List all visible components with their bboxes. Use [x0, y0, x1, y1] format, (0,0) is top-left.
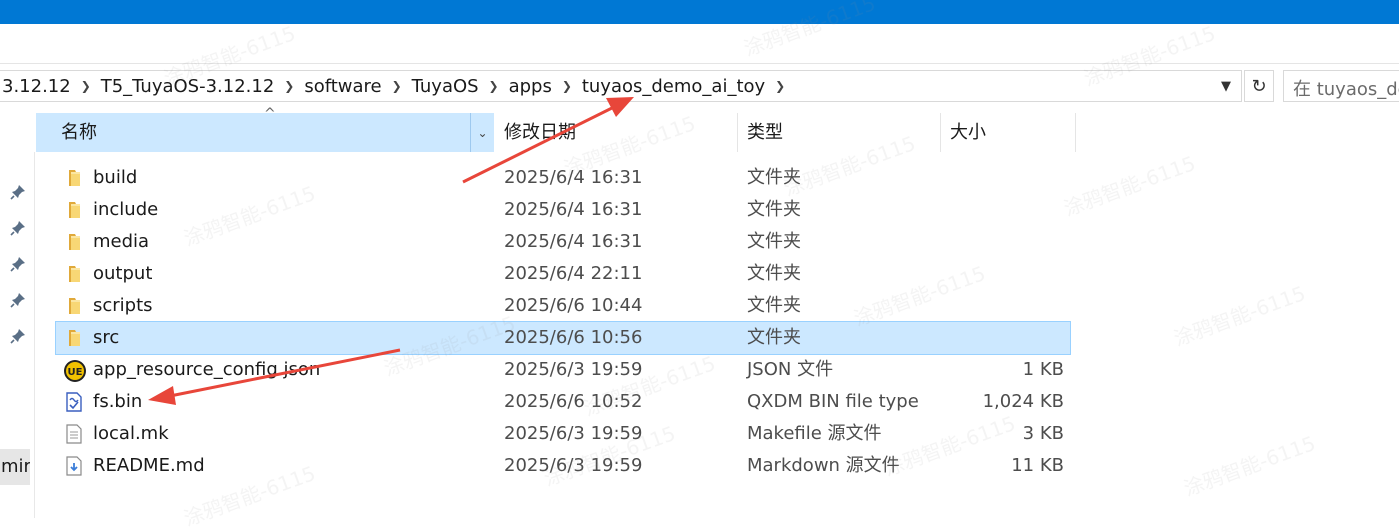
file-row[interactable]: fs.bin 2025/6/6 10:52 QXDM BIN file type 1,… [56, 386, 1070, 418]
ue-json-icon: UE [63, 359, 86, 382]
file-name: src [93, 327, 120, 348]
file-name: build [93, 167, 138, 188]
chevron-right-icon[interactable]: ❯ [767, 79, 793, 93]
folder-icon [63, 295, 85, 317]
watermark-text: 涂鸦智能-6115 [1060, 151, 1199, 221]
column-header-type-label: 类型 [747, 122, 783, 143]
window-title-bar [0, 0, 1399, 24]
column-header-date-label: 修改日期 [504, 122, 576, 143]
pin-icon[interactable] [9, 255, 27, 273]
search-placeholder: 在 tuyaos_demo_ai_toy 中搜索 [1293, 79, 1399, 100]
file-name: README.md [93, 455, 205, 476]
file-modified-date: 2025/6/4 16:31 [504, 199, 643, 220]
folder-icon [63, 263, 85, 285]
breadcrumb-item-current[interactable]: tuyaos_demo_ai_toy [580, 76, 767, 97]
file-name: include [93, 199, 159, 220]
column-header-name-label: 名称 [61, 122, 97, 143]
chevron-down-icon: ⌄ [477, 125, 488, 140]
file-name: fs.bin [93, 391, 143, 412]
bin-file-icon [63, 391, 85, 413]
file-size: 3 KB [1022, 423, 1064, 444]
file-name: scripts [93, 295, 153, 316]
folder-icon [63, 327, 85, 349]
breadcrumb: 3.12.12 ❯ T5_TuyaOS-3.12.12 ❯ software ❯… [0, 71, 793, 101]
file-type: 文件夹 [747, 327, 801, 348]
file-size: 1 KB [1022, 359, 1064, 380]
file-modified-date: 2025/6/6 10:44 [504, 295, 643, 316]
sort-ascending-icon: ^ [264, 106, 276, 122]
breadcrumb-item[interactable]: apps [507, 76, 554, 97]
chevron-right-icon[interactable]: ❯ [73, 79, 99, 93]
refresh-icon: ↻ [1251, 75, 1267, 97]
breadcrumb-item[interactable]: 3.12.12 [0, 76, 73, 97]
breadcrumb-item[interactable]: software [302, 76, 383, 97]
folder-icon [63, 167, 85, 189]
chevron-right-icon[interactable]: ❯ [276, 79, 302, 93]
chevron-right-icon[interactable]: ❯ [481, 79, 507, 93]
file-type: QXDM BIN file type [747, 391, 919, 412]
nav-pane-item[interactable]: mir [0, 449, 30, 485]
file-modified-date: 2025/6/4 22:11 [504, 263, 643, 284]
svg-text:UE: UE [68, 367, 83, 378]
search-input[interactable]: 在 tuyaos_demo_ai_toy 中搜索 [1283, 70, 1399, 102]
folder-icon [63, 231, 85, 253]
file-name: app_resource_config.json [93, 359, 321, 380]
pin-icon[interactable] [9, 183, 27, 201]
file-row[interactable]: src 2025/6/6 10:56 文件夹 [55, 321, 1071, 355]
column-filter-dropdown[interactable]: ⌄ [470, 113, 494, 152]
file-type: 文件夹 [747, 231, 801, 252]
file-name: output [93, 263, 153, 284]
file-type: Makefile 源文件 [747, 423, 882, 444]
folder-icon [63, 199, 85, 221]
watermark-text: 涂鸦智能-6115 [1180, 431, 1319, 501]
breadcrumb-item[interactable]: TuyaOS [410, 76, 481, 97]
file-type: 文件夹 [747, 295, 801, 316]
chevron-right-icon[interactable]: ❯ [384, 79, 410, 93]
file-type: JSON 文件 [747, 359, 834, 380]
file-modified-date: 2025/6/6 10:56 [504, 327, 643, 348]
column-header-size[interactable]: 大小 [941, 113, 1076, 152]
file-type: Markdown 源文件 [747, 455, 900, 476]
text-file-icon [63, 423, 85, 445]
pin-icon[interactable] [9, 291, 27, 309]
markdown-file-icon [63, 455, 85, 477]
column-header-size-label: 大小 [950, 122, 986, 143]
file-name: local.mk [93, 423, 169, 444]
refresh-button[interactable]: ↻ [1244, 70, 1274, 102]
file-name: media [93, 231, 150, 252]
file-type: 文件夹 [747, 263, 801, 284]
watermark-text: 涂鸦智能-6115 [1170, 281, 1309, 351]
navigation-pane-border [34, 152, 35, 518]
pin-icon[interactable] [9, 219, 27, 237]
chevron-down-icon[interactable]: ▼ [1221, 79, 1231, 94]
file-modified-date: 2025/6/4 16:31 [504, 231, 643, 252]
nav-pane-item-label: mir [1, 456, 30, 477]
file-size: 11 KB [1011, 455, 1064, 476]
file-row[interactable]: UE app_resource_config.json 2025/6/3 19:59… [56, 354, 1070, 386]
chevron-right-icon[interactable]: ❯ [554, 79, 580, 93]
pin-icon[interactable] [9, 327, 27, 345]
